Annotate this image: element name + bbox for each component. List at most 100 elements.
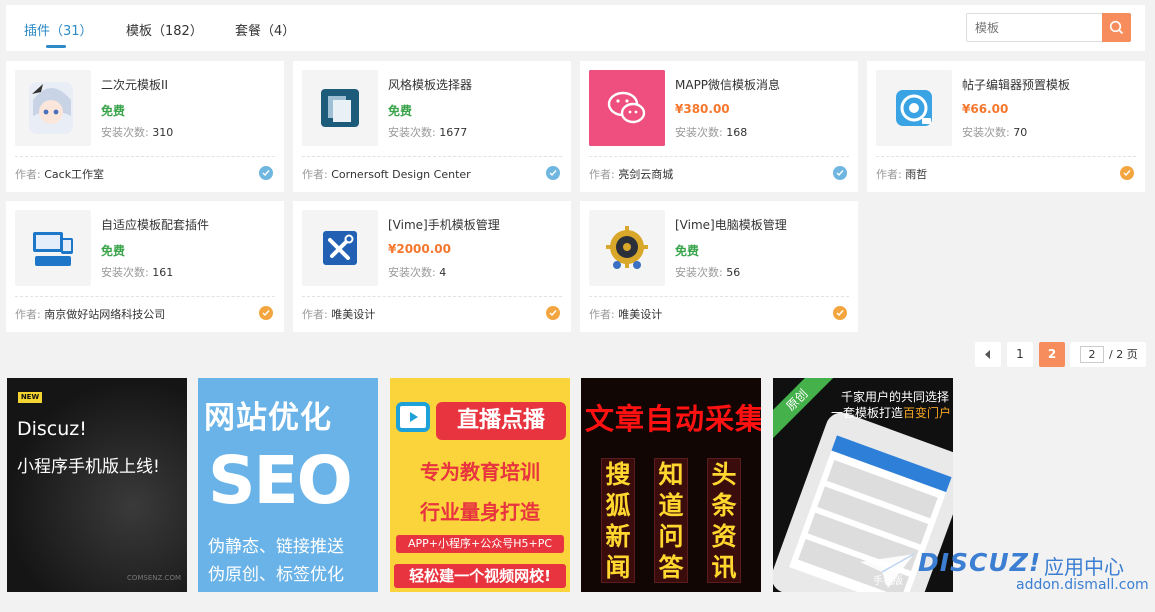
search-icon xyxy=(1109,20,1124,35)
verified-badge-icon xyxy=(259,306,273,320)
plugin-thumbnail[interactable] xyxy=(15,210,91,286)
card-divider xyxy=(15,156,275,157)
plugin-thumbnail[interactable] xyxy=(15,70,91,146)
plugin-card[interactable]: 二次元模板II 免费 安装次数: 310 作者: Cack工作室 xyxy=(6,61,284,192)
tab-plugins[interactable]: 插件（31） xyxy=(24,20,93,39)
plugin-name[interactable]: MAPP微信模板消息 xyxy=(675,76,780,93)
search-button[interactable] xyxy=(1102,13,1131,42)
plugin-thumbnail[interactable] xyxy=(302,210,378,286)
search-box xyxy=(966,13,1131,42)
author-name[interactable]: 雨哲 xyxy=(905,168,927,181)
watermark-url: addon.dismall.com xyxy=(1016,577,1149,593)
plugin-thumbnail[interactable] xyxy=(589,70,665,146)
banner-title: 直播点播 xyxy=(436,402,566,440)
author-label: 作者: xyxy=(589,308,615,321)
prev-page-button[interactable] xyxy=(975,342,1001,367)
plugin-installs: 安装次数: 4 xyxy=(388,264,446,280)
wechat-icon xyxy=(589,70,665,146)
installs-count: 168 xyxy=(726,126,748,139)
plugin-name[interactable]: 二次元模板II xyxy=(101,76,168,93)
card-divider xyxy=(589,156,849,157)
plugin-name[interactable]: [Vime]电脑模板管理 xyxy=(675,216,787,233)
author-name[interactable]: 亮剑云商城 xyxy=(618,168,673,181)
plugin-price: ¥2000.00 xyxy=(388,242,452,256)
author-name[interactable]: 唯美设计 xyxy=(618,308,662,321)
plugin-name[interactable]: [Vime]手机模板管理 xyxy=(388,216,500,233)
paper-plane-icon xyxy=(860,553,915,588)
plugin-name[interactable]: 风格模板选择器 xyxy=(388,76,472,93)
plugin-price: 免费 xyxy=(675,244,700,258)
plugin-installs: 安装次数: 56 xyxy=(675,264,740,280)
page-1-button[interactable]: 1 xyxy=(1007,342,1033,367)
seo-graphic: SEO xyxy=(208,442,353,519)
author-name[interactable]: 南京做好站网络科技公司 xyxy=(44,308,165,321)
plugin-card[interactable]: [Vime]电脑模板管理 免费 安装次数: 56 作者: 唯美设计 xyxy=(580,201,858,332)
plugin-price: ¥380.00 xyxy=(675,102,730,116)
tab-templates[interactable]: 模板（182） xyxy=(126,20,203,39)
banner-column: 搜狐新闻 xyxy=(601,458,635,583)
plugin-author: 作者: 亮剑云商城 xyxy=(589,166,673,182)
banner-column: 头条资讯 xyxy=(707,458,741,583)
installs-count: 310 xyxy=(152,126,174,139)
tab-packages[interactable]: 套餐（4） xyxy=(235,20,295,39)
author-label: 作者: xyxy=(302,308,328,321)
plugin-author: 作者: 唯美设计 xyxy=(302,306,375,322)
page-number-input[interactable] xyxy=(1080,346,1104,363)
page-2-button[interactable]: 2 xyxy=(1039,342,1065,367)
anime-girl-icon xyxy=(15,70,91,146)
plugin-installs: 安装次数: 310 xyxy=(101,124,173,140)
plugin-card[interactable]: 风格模板选择器 免费 安装次数: 1677 作者: Cornersoft Des… xyxy=(293,61,571,192)
card-divider xyxy=(876,156,1136,157)
installs-label: 安装次数: xyxy=(675,126,723,139)
installs-label: 安装次数: xyxy=(101,126,149,139)
plugin-thumbnail[interactable] xyxy=(302,70,378,146)
banner-footer: COMSENZ.COM xyxy=(127,574,181,582)
plugin-card[interactable]: [Vime]手机模板管理 ¥2000.00 安装次数: 4 作者: 唯美设计 xyxy=(293,201,571,332)
installs-label: 安装次数: xyxy=(388,126,436,139)
installs-label: 安装次数: xyxy=(962,126,1010,139)
total-pages: / 2 页 xyxy=(1109,348,1138,361)
plugin-installs: 安装次数: 161 xyxy=(101,264,173,280)
installs-label: 安装次数: xyxy=(101,266,149,279)
author-name[interactable]: 唯美设计 xyxy=(331,308,375,321)
author-name[interactable]: Cack工作室 xyxy=(44,168,104,181)
plugin-card[interactable]: 帖子编辑器预置模板 ¥66.00 安装次数: 70 作者: 雨哲 xyxy=(867,61,1145,192)
author-name[interactable]: Cornersoft Design Center xyxy=(331,168,470,181)
installs-label: 安装次数: xyxy=(388,266,436,279)
installs-count: 4 xyxy=(439,266,447,279)
tv-icon xyxy=(396,402,430,432)
banner-live-streaming[interactable]: 直播点播 专为教育培训 行业量身打造 APP+小程序+公众号H5+PC 轻松建一… xyxy=(390,378,570,592)
banner-subtitle: 小程序手机版上线! xyxy=(17,457,160,477)
plugin-price: 免费 xyxy=(101,244,126,258)
banner-line: 千家用户的共同选择 xyxy=(841,390,950,404)
plugin-author: 作者: 唯美设计 xyxy=(589,306,662,322)
plugin-price: 免费 xyxy=(388,104,413,118)
plugin-thumbnail[interactable] xyxy=(876,70,952,146)
banner-line: 伪原创、标签优化 xyxy=(208,565,344,585)
banner-seo[interactable]: 网站优化 SEO 伪静态、链接推送 伪原创、标签优化 xyxy=(198,378,378,592)
plugin-author: 作者: Cack工作室 xyxy=(15,166,104,182)
installs-count: 70 xyxy=(1013,126,1028,139)
plugin-name[interactable]: 自适应模板配套插件 xyxy=(101,216,209,233)
discuz-watermark: DISCUZ! 应用中心 addon.dismall.com xyxy=(858,548,1149,596)
installs-label: 安装次数: xyxy=(675,266,723,279)
banner-article-collect[interactable]: 文章自动采集 搜狐新闻 知道问答 头条资讯 xyxy=(581,378,761,592)
author-label: 作者: xyxy=(15,308,41,321)
search-input[interactable] xyxy=(967,14,1103,41)
responsive-devices-icon xyxy=(33,232,73,266)
plugin-card[interactable]: 自适应模板配套插件 免费 安装次数: 161 作者: 南京做好站网络科技公司 xyxy=(6,201,284,332)
plugin-thumbnail[interactable] xyxy=(589,210,665,286)
verified-badge-icon xyxy=(833,166,847,180)
active-tab-indicator xyxy=(46,45,66,48)
banner-discuz-mobile[interactable]: NEW Discuz! 小程序手机版上线! COMSENZ.COM xyxy=(7,378,187,592)
plugin-name[interactable]: 帖子编辑器预置模板 xyxy=(962,76,1070,93)
tools-icon xyxy=(323,231,357,265)
chevron-left-icon xyxy=(985,350,990,359)
plugin-card[interactable]: MAPP微信模板消息 ¥380.00 安装次数: 168 作者: 亮剑云商城 xyxy=(580,61,858,192)
plugin-installs: 安装次数: 168 xyxy=(675,124,747,140)
author-label: 作者: xyxy=(302,168,328,181)
gear-icon xyxy=(606,226,648,269)
verified-badge-icon xyxy=(833,306,847,320)
banner-line-a: 一套模板打造 xyxy=(831,406,904,420)
author-label: 作者: xyxy=(876,168,902,181)
